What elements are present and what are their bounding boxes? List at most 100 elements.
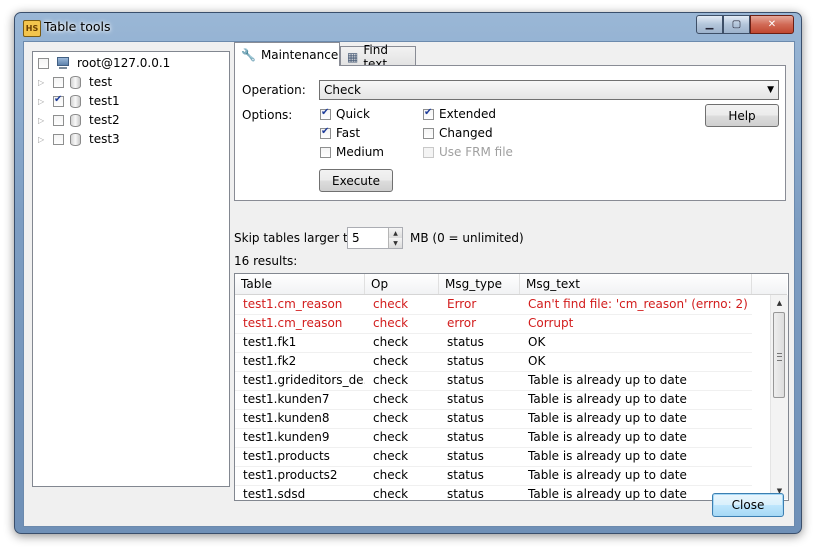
table-row[interactable]: test1.sdsd check status Table is already up…: [235, 485, 752, 500]
tab-find-text[interactable]: ▦ Find text: [340, 43, 416, 71]
skip-unit-label: MB (0 = unlimited): [410, 231, 524, 245]
scroll-thumb[interactable]: [773, 312, 785, 398]
tree-node-test1[interactable]: ▷ test1: [38, 92, 120, 110]
minimize-button[interactable]: ▁: [696, 15, 723, 34]
cell-msg-text: Corrupt: [528, 316, 574, 330]
quick-checkbox[interactable]: [320, 107, 331, 120]
column-header-op[interactable]: Op: [365, 274, 439, 294]
column-header-msg-text[interactable]: Msg_text: [520, 274, 752, 294]
option-changed[interactable]: Changed: [423, 126, 493, 140]
tree-node-test3[interactable]: ▷ test3: [38, 130, 120, 148]
expand-arrow-icon[interactable]: ▷: [38, 97, 46, 106]
cell-op: check: [373, 373, 409, 387]
tree-node-test[interactable]: ▷ test: [38, 73, 112, 91]
skip-size-spinner[interactable]: 5 ▲ ▼: [347, 227, 403, 249]
spin-down-icon[interactable]: ▼: [388, 238, 402, 248]
tree-item-checkbox[interactable]: [53, 94, 64, 107]
title-bar[interactable]: HS Table tools ▁ ▢ ✕: [15, 13, 801, 41]
table-row[interactable]: test1.products2 check status Table is alrea…: [235, 466, 752, 486]
tree-item-label: test: [89, 75, 113, 89]
cell-table: test1.products2: [243, 468, 338, 482]
cell-table: test1.grideditors_de...: [243, 373, 365, 387]
root-checkbox[interactable]: [38, 57, 49, 69]
window-controls: ▁ ▢ ✕: [696, 15, 794, 34]
scroll-up-icon[interactable]: ▲: [771, 295, 788, 311]
tree-root-node[interactable]: root@127.0.0.1: [38, 54, 170, 72]
expand-arrow-icon[interactable]: ▷: [38, 116, 46, 125]
option-use-frm: Use FRM file: [423, 145, 513, 159]
table-row[interactable]: test1.cm_reason check error Corrupt: [235, 314, 752, 334]
column-header-table[interactable]: Table: [235, 274, 365, 294]
cell-msg-text: Table is already up to date: [528, 373, 687, 387]
option-quick[interactable]: Quick: [320, 107, 370, 121]
cell-table: test1.kunden8: [243, 411, 330, 425]
medium-checkbox[interactable]: [320, 146, 331, 158]
help-button[interactable]: Help: [705, 104, 779, 127]
cell-op: check: [373, 411, 409, 425]
extended-checkbox[interactable]: [423, 107, 434, 120]
minimize-icon: ▁: [705, 19, 714, 30]
skip-size-value: 5: [352, 231, 360, 245]
close-window-button[interactable]: ✕: [750, 15, 794, 34]
results-count-label: 16 results:: [234, 254, 298, 268]
column-header-msg-type[interactable]: Msg_type: [439, 274, 520, 294]
database-tree[interactable]: root@127.0.0.1 ▷ test ▷ test1 ▷ test2 ▷ test3: [32, 51, 230, 487]
operation-select[interactable]: Check ▼: [319, 80, 779, 100]
table-row[interactable]: test1.kunden7 check status Table is already…: [235, 390, 752, 410]
results-grid[interactable]: Table Op Msg_type Msg_text test1.cm_reas…: [234, 273, 789, 501]
maximize-icon: ▢: [731, 19, 742, 30]
tab-maintenance-label: Maintenance: [260, 47, 339, 62]
cell-table: test1.kunden7: [243, 392, 330, 406]
cell-op: check: [373, 316, 409, 330]
table-row[interactable]: test1.kunden9 check status Table is already…: [235, 428, 752, 448]
wrench-icon: 🔧: [241, 47, 256, 62]
option-extended[interactable]: Extended: [423, 107, 496, 121]
expand-arrow-icon[interactable]: ▷: [38, 135, 46, 144]
tree-item-checkbox[interactable]: [53, 76, 64, 88]
cell-table: test1.fk2: [243, 354, 297, 368]
cell-op: check: [373, 297, 409, 311]
cell-table: test1.products: [243, 449, 330, 463]
results-vertical-scrollbar[interactable]: ▲ ▼: [770, 295, 788, 499]
cell-msg-text: Table is already up to date: [528, 411, 687, 425]
tab-maintenance[interactable]: 🔧 Maintenance: [234, 42, 340, 66]
table-row[interactable]: test1.kunden8 check status Table is already…: [235, 409, 752, 429]
option-changed-label: Changed: [439, 126, 493, 140]
tree-node-test2[interactable]: ▷ test2: [38, 111, 120, 129]
fast-checkbox[interactable]: [320, 126, 331, 139]
cell-msg-type: status: [447, 335, 484, 349]
option-medium[interactable]: Medium: [320, 145, 384, 159]
root-label: root@127.0.0.1: [77, 56, 171, 70]
cell-msg-text: OK: [528, 354, 546, 368]
option-fast[interactable]: Fast: [320, 126, 360, 140]
option-extended-label: Extended: [439, 107, 496, 121]
table-row[interactable]: test1.fk2 check status OK: [235, 352, 752, 372]
tree-item-label: test2: [89, 113, 120, 127]
expand-arrow-icon[interactable]: ▷: [38, 78, 46, 87]
option-medium-label: Medium: [336, 145, 384, 159]
changed-checkbox[interactable]: [423, 127, 434, 139]
close-button[interactable]: Close: [712, 493, 784, 517]
app-icon: HS: [23, 20, 41, 37]
database-icon: [70, 75, 81, 89]
cell-op: check: [373, 392, 409, 406]
table-row[interactable]: test1.grideditors_de... check status Table …: [235, 371, 752, 391]
window-title: Table tools: [44, 19, 111, 34]
use-frm-checkbox: [423, 146, 434, 158]
table-row[interactable]: test1.products check status Table is alread…: [235, 447, 752, 467]
database-icon: [70, 94, 81, 108]
table-row[interactable]: test1.cm_reason check Error Can't find file…: [235, 295, 752, 315]
tree-item-label: test1: [89, 94, 120, 108]
option-use-frm-label: Use FRM file: [439, 145, 513, 159]
tree-item-checkbox[interactable]: [53, 133, 64, 145]
operation-value: Check: [324, 83, 361, 97]
cell-op: check: [373, 468, 409, 482]
table-row[interactable]: test1.fk1 check status OK: [235, 333, 752, 353]
tree-item-checkbox[interactable]: [53, 114, 64, 126]
tree-item-label: test3: [89, 132, 120, 146]
operation-label: Operation:: [242, 83, 306, 97]
cell-msg-type: status: [447, 373, 484, 387]
cell-msg-text: Table is already up to date: [528, 468, 687, 482]
execute-button[interactable]: Execute: [319, 169, 393, 192]
maximize-button[interactable]: ▢: [723, 15, 750, 34]
